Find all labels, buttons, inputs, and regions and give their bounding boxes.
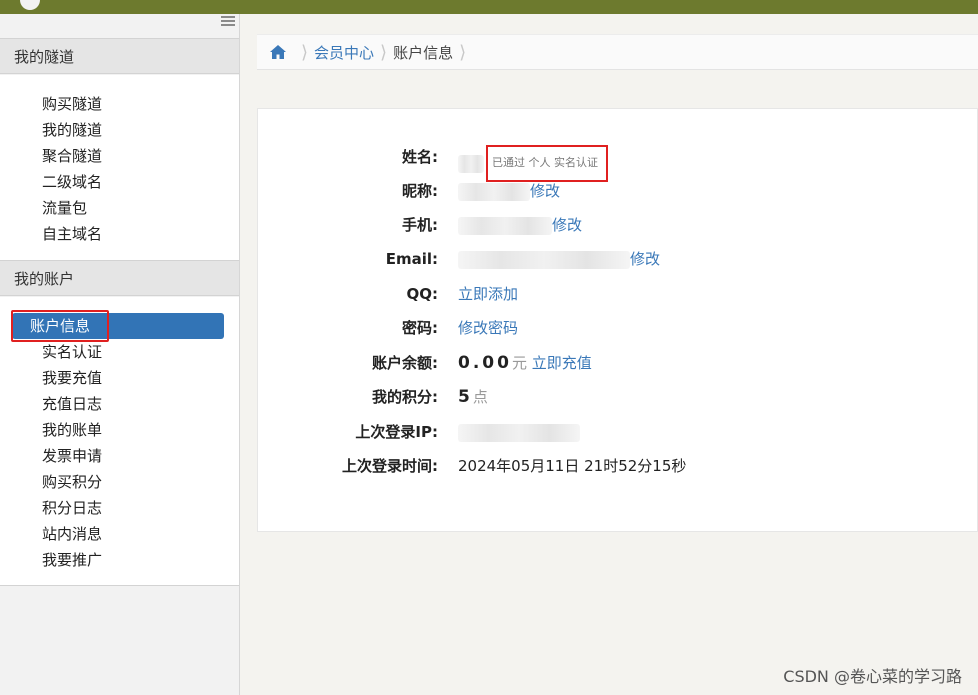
sidebar-item-buy-tunnel[interactable]: 购买隧道 — [12, 91, 224, 117]
points-value: 5 — [458, 387, 473, 407]
password-label: 密码: — [402, 319, 438, 337]
watermark: CSDN @卷心菜的学习路 — [783, 667, 962, 686]
nickname-value-redacted — [458, 182, 530, 201]
sidebar-item-my-tunnel[interactable]: 我的隧道 — [12, 117, 224, 143]
phone-value-redacted — [458, 216, 552, 235]
last-login-label: 上次登录时间: — [342, 457, 438, 475]
logo — [20, 0, 40, 10]
row-balance: 账户余额: 0.00元 立即充值 — [258, 351, 978, 375]
sidebar-item-buy-points[interactable]: 购买积分 — [12, 469, 224, 495]
recharge-now-link[interactable]: 立即充值 — [532, 354, 592, 372]
sidebar-collapse-icon[interactable] — [221, 16, 235, 27]
breadcrumb-separator: ⟩ — [301, 41, 309, 63]
points-label: 我的积分: — [372, 388, 438, 406]
sidebar-item-custom-domain[interactable]: 自主域名 — [12, 221, 224, 247]
sidebar-section-tunnels-title: 我的隧道 — [0, 38, 239, 74]
sidebar-item-my-bills[interactable]: 我的账单 — [12, 417, 224, 443]
row-points: 我的积分: 5点 — [258, 385, 978, 409]
last-ip-value-redacted — [458, 423, 580, 442]
phone-label: 手机: — [402, 216, 438, 234]
last-ip-label: 上次登录IP: — [355, 423, 438, 441]
phone-edit-link[interactable]: 修改 — [552, 216, 582, 234]
breadcrumb-member-center[interactable]: 会员中心 — [314, 42, 374, 63]
sidebar: 我的隧道 购买隧道 我的隧道 聚合隧道 二级域名 流量包 自主域名 我的账户 账… — [0, 14, 240, 695]
row-password: 密码: 修改密码 — [258, 316, 978, 340]
home-icon[interactable] — [269, 44, 287, 60]
balance-unit: 元 — [511, 354, 527, 372]
sidebar-item-recharge-log[interactable]: 充值日志 — [12, 391, 224, 417]
change-password-link[interactable]: 修改密码 — [458, 319, 518, 337]
row-phone: 手机: 修改 — [258, 213, 978, 237]
sidebar-item-messages[interactable]: 站内消息 — [12, 521, 224, 547]
name-label: 姓名: — [402, 148, 438, 166]
balance-value: 0.00 — [458, 353, 512, 373]
sidebar-item-subdomain[interactable]: 二级域名 — [12, 169, 224, 195]
sidebar-section-account-title: 我的账户 — [0, 260, 239, 296]
breadcrumb-account-info: 账户信息 — [393, 43, 454, 62]
account-info-panel: 姓名: 已通过 个人 实名认证 昵称: 修改 手机: 修改 Email: 修改 … — [257, 108, 978, 532]
sidebar-item-points-log[interactable]: 积分日志 — [12, 495, 224, 521]
row-last-login: 上次登录时间: 2024年05月11日 21时52分15秒 — [258, 454, 978, 478]
points-unit: 点 — [472, 388, 488, 406]
name-value-redacted — [458, 154, 484, 173]
email-value-redacted — [458, 250, 630, 269]
balance-label: 账户余额: — [372, 354, 438, 372]
breadcrumb-separator: ⟩ — [380, 41, 388, 63]
sidebar-item-recharge[interactable]: 我要充值 — [12, 365, 224, 391]
top-bar — [0, 0, 978, 14]
sidebar-item-traffic-pack[interactable]: 流量包 — [12, 195, 224, 221]
qq-label: QQ: — [406, 285, 438, 303]
sidebar-item-account-info[interactable]: 账户信息 — [11, 310, 224, 342]
sidebar-section-tunnels: 购买隧道 我的隧道 聚合隧道 二级域名 流量包 自主域名 — [0, 75, 239, 260]
sidebar-item-real-name[interactable]: 实名认证 — [12, 339, 224, 365]
verified-badge: 已通过 个人 实名认证 — [486, 145, 608, 182]
sidebar-item-promote[interactable]: 我要推广 — [12, 547, 224, 573]
breadcrumb-separator: ⟩ — [459, 41, 467, 63]
row-email: Email: 修改 — [258, 247, 978, 271]
last-login-value: 2024年05月11日 21时52分15秒 — [458, 457, 687, 475]
sidebar-item-invoice[interactable]: 发票申请 — [12, 443, 224, 469]
qq-add-link[interactable]: 立即添加 — [458, 285, 518, 303]
nickname-label: 昵称: — [402, 182, 438, 200]
nickname-edit-link[interactable]: 修改 — [530, 182, 560, 200]
breadcrumb: ⟩ 会员中心 ⟩ 账户信息 ⟩ — [257, 34, 978, 70]
email-label: Email: — [385, 250, 438, 268]
sidebar-section-account: 账户信息 实名认证 我要充值 充值日志 我的账单 发票申请 购买积分 积分日志 … — [0, 297, 239, 586]
row-qq: QQ: 立即添加 — [258, 282, 978, 306]
row-name: 姓名: 已通过 个人 实名认证 — [258, 145, 978, 182]
row-nickname: 昵称: 修改 — [258, 179, 978, 203]
email-edit-link[interactable]: 修改 — [630, 250, 660, 268]
row-last-ip: 上次登录IP: — [258, 420, 978, 444]
sidebar-item-aggregate-tunnel[interactable]: 聚合隧道 — [12, 143, 224, 169]
